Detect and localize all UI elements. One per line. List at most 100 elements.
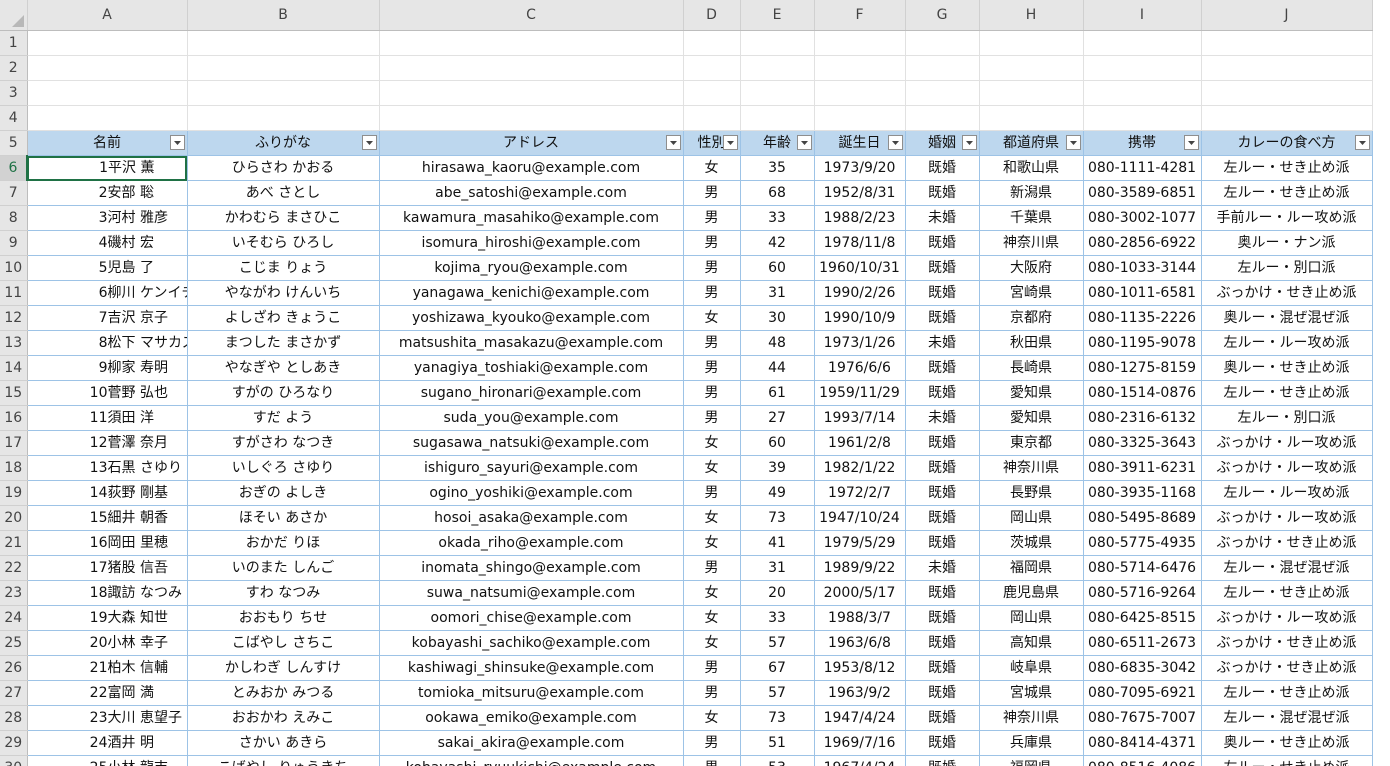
mobile-cell[interactable]: 080-1195-9078 [1083, 330, 1202, 356]
curry-style-cell[interactable]: ぶっかけ・ルー攻め派 [1201, 430, 1373, 456]
prefecture-cell[interactable]: 茨城県 [979, 530, 1084, 556]
name-cell[interactable]: 15細井 朝香 [27, 505, 188, 531]
mobile-cell[interactable]: 080-3002-1077 [1083, 205, 1202, 231]
empty-cell[interactable] [814, 55, 906, 81]
empty-cell[interactable] [379, 30, 684, 56]
address-cell[interactable]: ishiguro_sayuri@example.com [379, 455, 684, 481]
marital-cell[interactable]: 既婚 [905, 655, 980, 681]
empty-cell[interactable] [905, 105, 980, 131]
mobile-cell[interactable]: 080-1033-3144 [1083, 255, 1202, 281]
empty-cell[interactable] [187, 55, 380, 81]
row-header-14[interactable]: 14 [0, 355, 28, 381]
prefecture-cell[interactable]: 福岡県 [979, 555, 1084, 581]
address-cell[interactable]: ookawa_emiko@example.com [379, 705, 684, 731]
address-cell[interactable]: sakai_akira@example.com [379, 730, 684, 756]
address-cell[interactable]: matsushita_masakazu@example.com [379, 330, 684, 356]
address-cell[interactable]: yanagiya_toshiaki@example.com [379, 355, 684, 381]
mobile-cell[interactable]: 080-1514-0876 [1083, 380, 1202, 406]
furigana-cell[interactable]: すがの ひろなり [187, 380, 380, 406]
birthday-cell[interactable]: 1989/9/22 [814, 555, 906, 581]
empty-cell[interactable] [27, 105, 188, 131]
marital-cell[interactable]: 既婚 [905, 280, 980, 306]
age-cell[interactable]: 73 [740, 505, 815, 531]
row-header-29[interactable]: 29 [0, 730, 28, 756]
row-header-30[interactable]: 30 [0, 755, 28, 766]
name-cell[interactable]: 23大川 恵望子 [27, 705, 188, 731]
name-cell[interactable]: 22富岡 満 [27, 680, 188, 706]
name-cell[interactable]: 5児島 了 [27, 255, 188, 281]
age-cell[interactable]: 35 [740, 155, 815, 181]
gender-cell[interactable]: 女 [683, 455, 741, 481]
birthday-cell[interactable]: 1982/1/22 [814, 455, 906, 481]
curry-style-cell[interactable]: 左ルー・混ぜ混ぜ派 [1201, 555, 1373, 581]
birthday-cell[interactable]: 2000/5/17 [814, 580, 906, 606]
filter-dropdown-icon[interactable] [361, 135, 377, 150]
marital-cell[interactable]: 既婚 [905, 230, 980, 256]
age-cell[interactable]: 68 [740, 180, 815, 206]
gender-cell[interactable]: 男 [683, 280, 741, 306]
address-cell[interactable]: suda_you@example.com [379, 405, 684, 431]
name-cell[interactable]: 8松下 マサカズ [27, 330, 188, 356]
filter-dropdown-icon[interactable] [722, 135, 738, 150]
marital-cell[interactable]: 未婚 [905, 405, 980, 431]
mobile-cell[interactable]: 080-7095-6921 [1083, 680, 1202, 706]
furigana-cell[interactable]: あべ さとし [187, 180, 380, 206]
marital-cell[interactable]: 既婚 [905, 605, 980, 631]
curry-style-cell[interactable]: 左ルー・ルー攻め派 [1201, 480, 1373, 506]
empty-cell[interactable] [814, 80, 906, 106]
furigana-cell[interactable]: まつした まさかず [187, 330, 380, 356]
age-cell[interactable]: 51 [740, 730, 815, 756]
address-cell[interactable]: hirasawa_kaoru@example.com [379, 155, 684, 181]
age-cell[interactable]: 44 [740, 355, 815, 381]
marital-cell[interactable]: 既婚 [905, 430, 980, 456]
filter-dropdown-icon[interactable] [1354, 135, 1370, 150]
marital-cell[interactable]: 既婚 [905, 180, 980, 206]
mobile-cell[interactable]: 080-3589-6851 [1083, 180, 1202, 206]
empty-cell[interactable] [379, 80, 684, 106]
birthday-cell[interactable]: 1988/3/7 [814, 605, 906, 631]
row-header-3[interactable]: 3 [0, 80, 28, 106]
prefecture-cell[interactable]: 新潟県 [979, 180, 1084, 206]
mobile-cell[interactable]: 080-3935-1168 [1083, 480, 1202, 506]
prefecture-cell[interactable]: 宮崎県 [979, 280, 1084, 306]
birthday-cell[interactable]: 1973/1/26 [814, 330, 906, 356]
column-header-J[interactable]: J [1201, 0, 1373, 31]
furigana-cell[interactable]: こばやし さちこ [187, 630, 380, 656]
marital-cell[interactable]: 既婚 [905, 580, 980, 606]
birthday-cell[interactable]: 1947/10/24 [814, 505, 906, 531]
gender-cell[interactable]: 女 [683, 605, 741, 631]
age-cell[interactable]: 33 [740, 205, 815, 231]
mobile-cell[interactable]: 080-5775-4935 [1083, 530, 1202, 556]
birthday-cell[interactable]: 1967/4/24 [814, 755, 906, 766]
birthday-cell[interactable]: 1960/10/31 [814, 255, 906, 281]
mobile-cell[interactable]: 080-8516-4086 [1083, 755, 1202, 766]
address-cell[interactable]: ogino_yoshiki@example.com [379, 480, 684, 506]
row-header-10[interactable]: 10 [0, 255, 28, 281]
birthday-cell[interactable]: 1961/2/8 [814, 430, 906, 456]
filter-dropdown-icon[interactable] [1183, 135, 1199, 150]
filter-dropdown-icon[interactable] [665, 135, 681, 150]
curry-style-cell[interactable]: ぶっかけ・せき止め派 [1201, 630, 1373, 656]
prefecture-cell[interactable]: 高知県 [979, 630, 1084, 656]
column-header-C[interactable]: C [379, 0, 684, 31]
birthday-cell[interactable]: 1979/5/29 [814, 530, 906, 556]
age-cell[interactable]: 67 [740, 655, 815, 681]
gender-cell[interactable]: 男 [683, 255, 741, 281]
marital-cell[interactable]: 既婚 [905, 380, 980, 406]
filter-dropdown-icon[interactable] [169, 135, 185, 150]
prefecture-cell[interactable]: 京都府 [979, 305, 1084, 331]
table-header-cell[interactable]: 名前 [27, 130, 188, 156]
curry-style-cell[interactable]: 左ルー・別口派 [1201, 405, 1373, 431]
curry-style-cell[interactable]: 左ルー・せき止め派 [1201, 680, 1373, 706]
filter-dropdown-icon[interactable] [796, 135, 812, 150]
name-cell[interactable]: 13石黒 さゆり [27, 455, 188, 481]
prefecture-cell[interactable]: 大阪府 [979, 255, 1084, 281]
table-header-cell[interactable]: 携帯 [1083, 130, 1202, 156]
furigana-cell[interactable]: おぎの よしき [187, 480, 380, 506]
empty-cell[interactable] [187, 105, 380, 131]
mobile-cell[interactable]: 080-1011-6581 [1083, 280, 1202, 306]
curry-style-cell[interactable]: 手前ルー・ルー攻め派 [1201, 205, 1373, 231]
address-cell[interactable]: yoshizawa_kyouko@example.com [379, 305, 684, 331]
gender-cell[interactable]: 男 [683, 355, 741, 381]
empty-cell[interactable] [905, 80, 980, 106]
